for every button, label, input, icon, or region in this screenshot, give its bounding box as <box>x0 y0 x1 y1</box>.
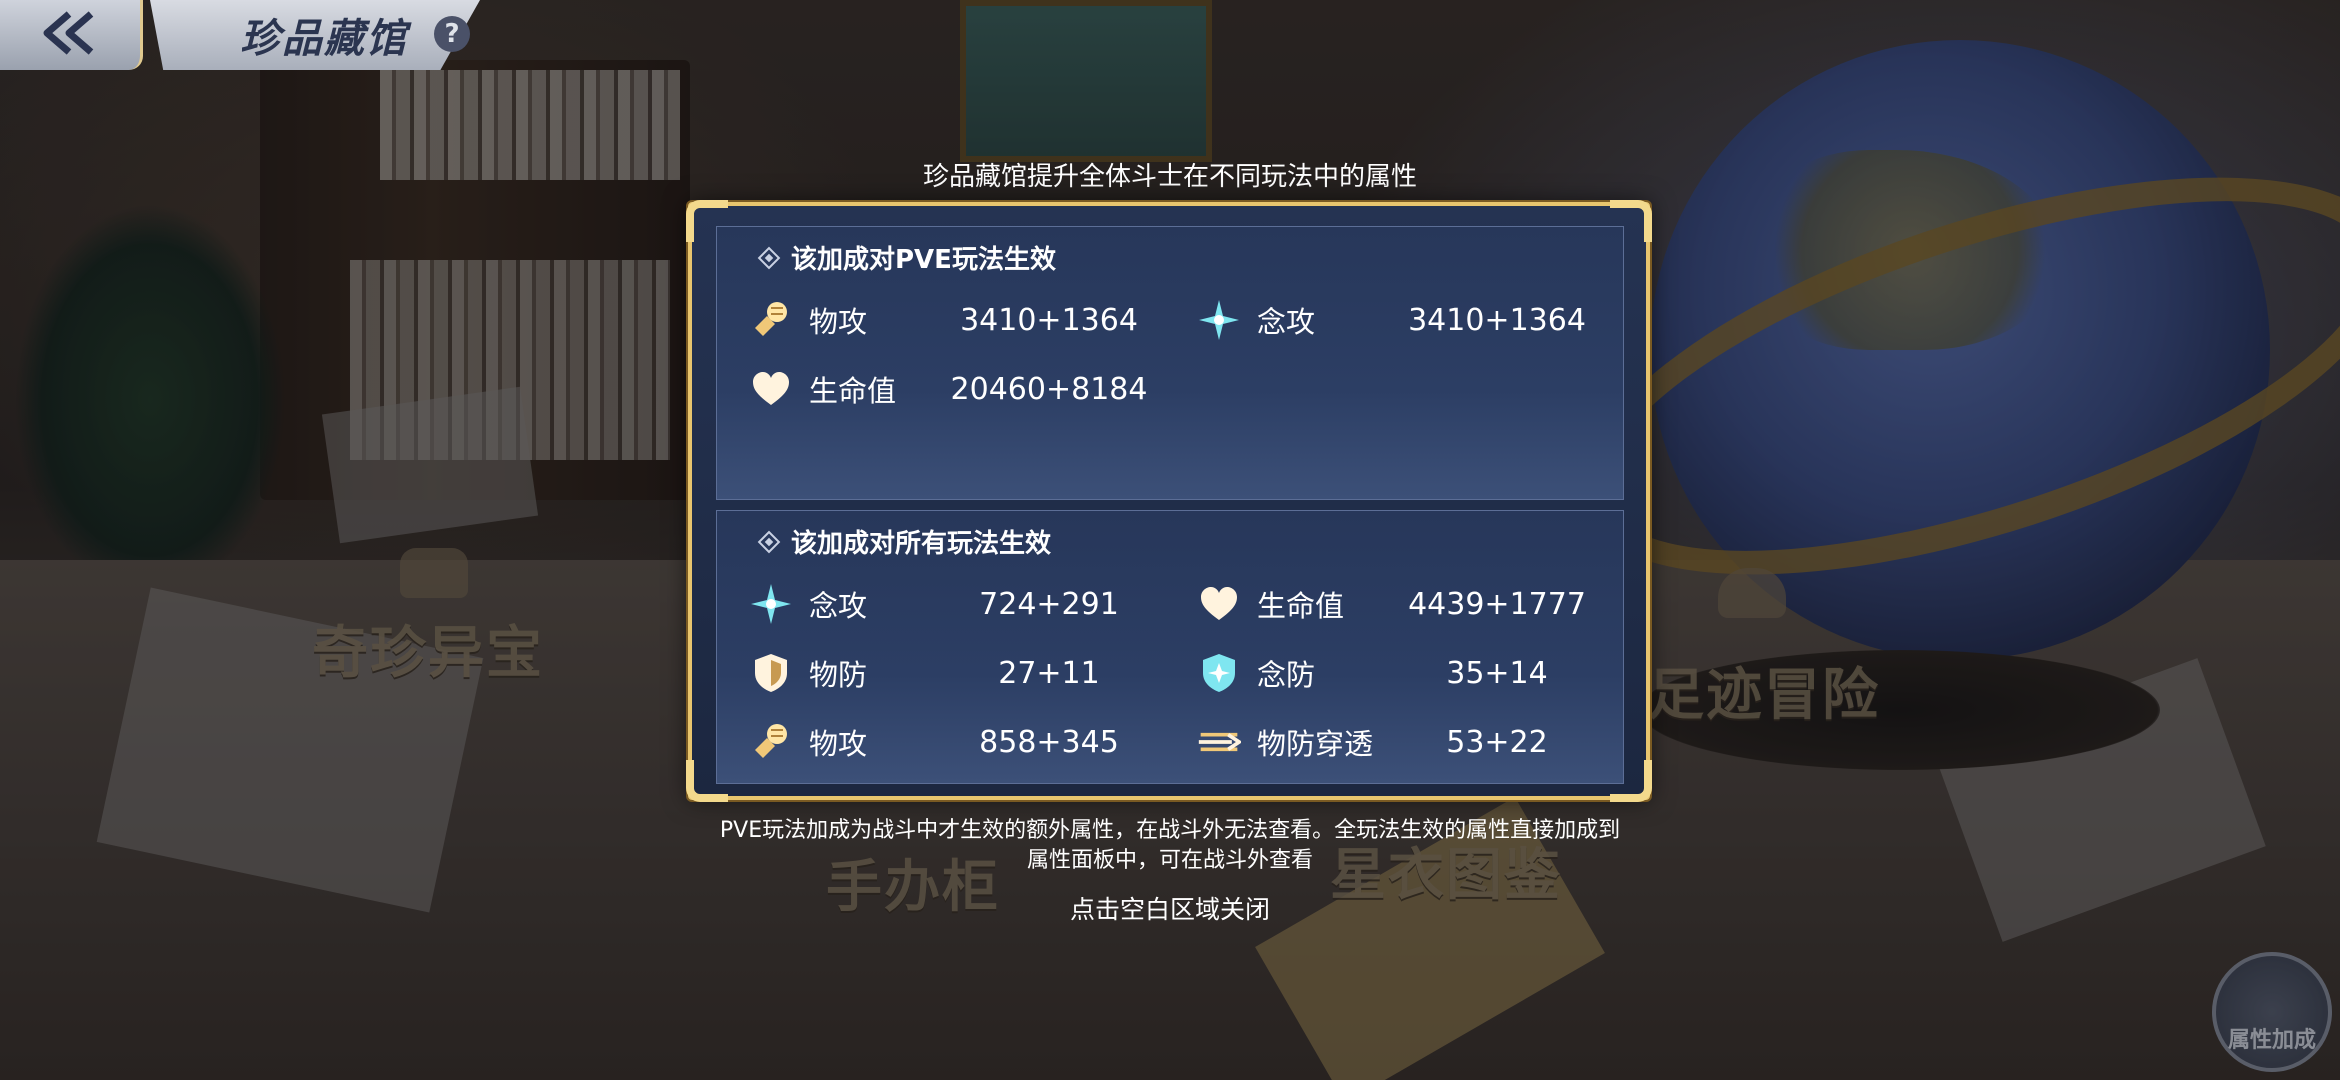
stat-name: 生命值 <box>1257 589 1345 623</box>
heart-icon <box>1197 582 1241 626</box>
stat-row: 生命值 20460+8184 <box>749 364 1169 414</box>
section-header: 该加成对PVE玩法生效 <box>757 239 1056 276</box>
diamond-bullet-icon <box>757 246 781 269</box>
page-title: 珍品藏馆 <box>240 16 408 62</box>
stat-name: 念防 <box>1257 658 1316 692</box>
section-header: 该加成对所有玩法生效 <box>757 523 1052 560</box>
stat-row: 物攻 3410+1364 <box>749 295 1169 345</box>
spirit-star-icon <box>1197 298 1241 342</box>
stat-value: 27+11 <box>998 655 1100 691</box>
help-icon[interactable]: ? <box>434 16 470 52</box>
stat-name: 念攻 <box>1257 305 1316 339</box>
stat-name: 物攻 <box>809 727 868 761</box>
close-hint[interactable]: 点击空白区域关闭 <box>0 890 2340 926</box>
fist-icon <box>749 298 793 342</box>
footnote-line: PVE玩法加成为战斗中才生效的额外属性，在战斗外无法查看。全玩法生效的属性直接加… <box>719 818 1621 843</box>
fist-icon <box>749 720 793 764</box>
stat-row: 物防穿透 53+22 <box>1197 717 1617 767</box>
double-chevron-left-icon <box>35 8 105 62</box>
stat-value: 20460+8184 <box>950 371 1148 407</box>
spirit-shield-icon <box>1197 651 1241 695</box>
stat-row: 生命值 4439+1777 <box>1197 579 1617 629</box>
stat-value: 858+345 <box>979 724 1119 760</box>
footnote: PVE玩法加成为战斗中才生效的额外属性，在战斗外无法查看。全玩法生效的属性直接加… <box>0 816 2340 876</box>
popup-title: 珍品藏馆提升全体斗士在不同玩法中的属性 <box>922 162 1417 192</box>
title-plate: 珍品藏馆 <box>150 0 480 70</box>
stat-row: 物防 27+11 <box>749 648 1169 698</box>
stat-name: 物防穿透 <box>1257 727 1374 761</box>
penetration-icon <box>1197 720 1241 764</box>
stat-value: 3410+1364 <box>1408 302 1586 338</box>
section-title: 该加成对所有玩法生效 <box>791 529 1052 559</box>
pve-bonus-section: 该加成对PVE玩法生效 物攻 3410+1364 念攻 3410+1364 生命… <box>716 226 1624 500</box>
top-header: 珍品藏馆 ? <box>0 0 500 72</box>
shield-icon <box>749 651 793 695</box>
stat-row: 物攻 858+345 <box>749 717 1169 767</box>
stat-row: 念防 35+14 <box>1197 648 1617 698</box>
diamond-bullet-icon <box>757 530 781 553</box>
attribute-panel: 该加成对PVE玩法生效 物攻 3410+1364 念攻 3410+1364 生命… <box>686 200 1652 802</box>
stat-row: 念攻 3410+1364 <box>1197 295 1617 345</box>
section-title: 该加成对PVE玩法生效 <box>791 245 1056 275</box>
stat-value: 35+14 <box>1446 655 1548 691</box>
footnote-line: 属性面板中，可在战斗外查看 <box>1026 848 1313 873</box>
stat-name: 物攻 <box>809 305 868 339</box>
spirit-star-icon <box>749 582 793 626</box>
stat-name: 念攻 <box>809 589 868 623</box>
stat-name: 生命值 <box>809 374 897 408</box>
stat-row: 念攻 724+291 <box>749 579 1169 629</box>
stat-value: 724+291 <box>979 586 1119 622</box>
stat-value: 4439+1777 <box>1408 586 1586 622</box>
all-modes-bonus-section: 该加成对所有玩法生效 念攻 724+291 生命值 4439+1777 物防 2… <box>716 510 1624 784</box>
back-button[interactable] <box>0 0 143 70</box>
stat-value: 3410+1364 <box>960 302 1138 338</box>
heart-icon <box>749 367 793 411</box>
stat-name: 物防 <box>809 658 868 692</box>
stat-value: 53+22 <box>1446 724 1548 760</box>
